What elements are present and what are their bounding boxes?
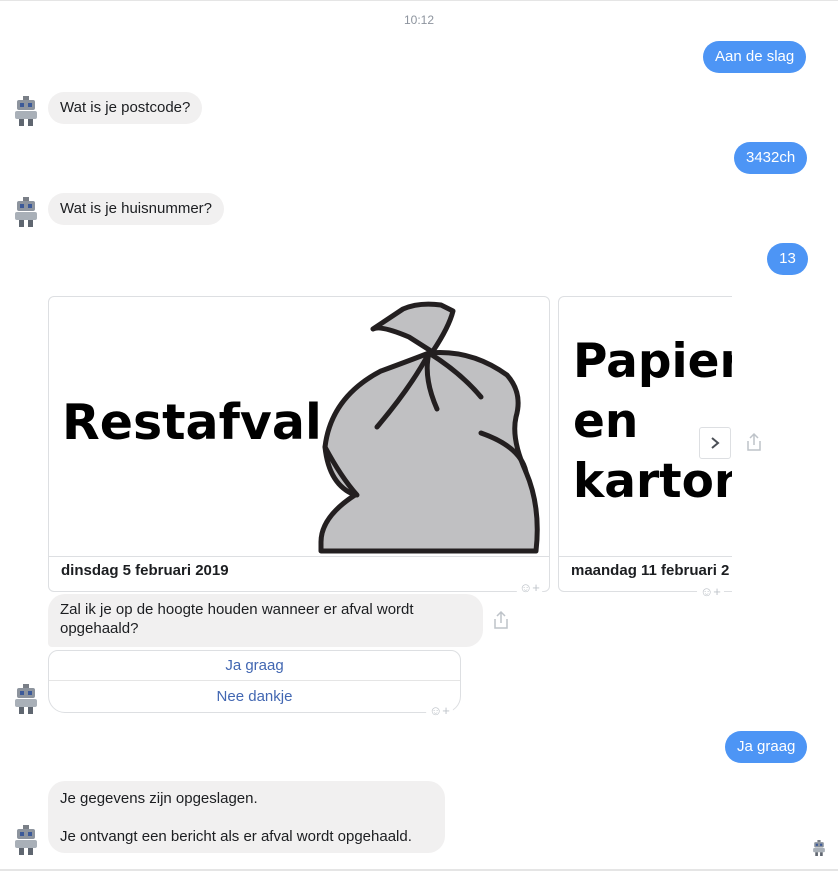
card-date: maandag 11 februari 2 — [571, 562, 730, 579]
quick-replies: Ja graag Nee dankje — [48, 650, 461, 713]
timestamp: 10:12 — [403, 13, 435, 27]
card-title-line: en — [573, 394, 639, 449]
add-reaction-icon[interactable]: ☺+ — [516, 580, 543, 596]
carousel-next-button[interactable] — [699, 427, 731, 459]
incoming-message: Wat is je huisnummer? — [48, 193, 224, 225]
quick-reply-no-button[interactable]: Nee dankje — [49, 682, 460, 713]
outgoing-message: 3432ch — [734, 142, 808, 174]
add-reaction-icon[interactable]: ☺+ — [426, 703, 453, 719]
card-title-line: karton — [573, 454, 732, 509]
divider — [49, 680, 460, 681]
robot-avatar-icon — [15, 825, 37, 855]
share-icon[interactable] — [492, 610, 510, 630]
message-line: Je ontvangt een bericht als er afval wor… — [60, 828, 412, 845]
outgoing-message: Aan de slag — [703, 41, 807, 73]
robot-avatar-icon — [15, 684, 37, 714]
robot-avatar-icon — [15, 197, 37, 227]
share-icon[interactable] — [745, 432, 763, 452]
garbage-bag-icon — [318, 301, 540, 554]
top-divider — [0, 0, 838, 1]
chevron-right-icon — [711, 437, 720, 449]
quick-reply-yes-button[interactable]: Ja graag — [49, 651, 460, 682]
outgoing-message: 13 — [767, 243, 808, 275]
incoming-message: Je gegevens zijn opgeslagen. Je ontvangt… — [48, 781, 445, 853]
incoming-message: Zal ik je op de hoogte houden wanneer er… — [48, 594, 483, 647]
robot-avatar-icon — [15, 96, 37, 126]
card-title-line: Papier — [573, 334, 732, 389]
incoming-message: Wat is je postcode? — [48, 92, 203, 124]
outgoing-message: Ja graag — [725, 731, 808, 763]
carousel-card-restafval[interactable]: Restafval dinsdag 5 februari 2019 — [48, 296, 550, 592]
card-image: Restafval — [49, 297, 549, 557]
seen-receipt-avatar-icon — [813, 840, 825, 856]
card-date: dinsdag 5 februari 2019 — [61, 562, 229, 579]
message-line: Je gegevens zijn opgeslagen. — [60, 790, 258, 807]
card-title: Restafval — [62, 394, 322, 451]
add-reaction-icon[interactable]: ☺+ — [697, 584, 724, 600]
